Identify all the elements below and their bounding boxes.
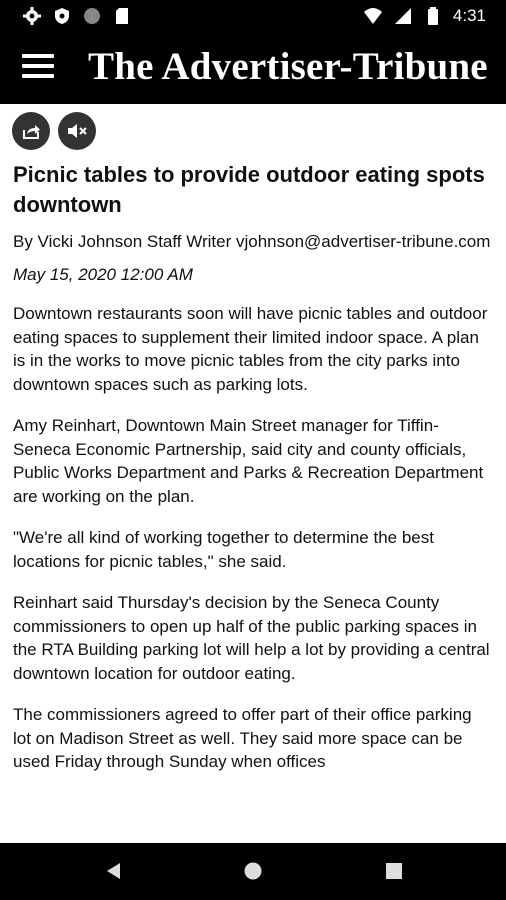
- article-headline: Picnic tables to provide outdoor eating …: [13, 162, 485, 217]
- share-icon: [23, 125, 40, 139]
- back-triangle-icon[interactable]: [103, 860, 125, 882]
- system-nav-bar: [0, 843, 506, 900]
- mute-audio-button[interactable]: [58, 112, 96, 150]
- share-button[interactable]: [12, 112, 50, 150]
- app-header: The Advertiser-Tribune: [0, 32, 506, 104]
- article-paragraph: The commissioners agreed to offer part o…: [13, 705, 472, 771]
- recents-square-icon[interactable]: [383, 860, 405, 882]
- article-actions: [12, 112, 96, 150]
- masthead-title: The Advertiser-Tribune: [88, 45, 488, 88]
- article-paragraph: Downtown restaurants soon will have picn…: [13, 304, 488, 394]
- sd-card-icon: [116, 8, 128, 24]
- signal-icon: [394, 8, 411, 24]
- mute-speaker-icon: [68, 124, 87, 138]
- article-paragraph: Amy Reinhart, Downtown Main Street manag…: [13, 416, 484, 506]
- article-paragraph: Reinhart said Thursday's decision by the…: [13, 593, 490, 683]
- home-circle-icon[interactable]: [242, 860, 264, 882]
- settings-gear-icon: [23, 7, 41, 25]
- hamburger-menu-icon[interactable]: [22, 54, 54, 82]
- battery-icon: [427, 7, 438, 25]
- circle-status-icon: [84, 8, 100, 24]
- article-body: Picnic tables to provide outdoor eating …: [13, 160, 493, 792]
- status-time: 4:31: [452, 6, 486, 25]
- status-bar: 4:31: [0, 0, 506, 32]
- shield-icon: [55, 8, 69, 24]
- wifi-icon: [363, 8, 382, 24]
- article-date: May 15, 2020 12:00 AM: [13, 265, 193, 284]
- article-byline: By Vicki Johnson Staff Writer vjohnson@a…: [13, 232, 491, 251]
- article-paragraph: "We're all kind of working together to d…: [13, 528, 434, 571]
